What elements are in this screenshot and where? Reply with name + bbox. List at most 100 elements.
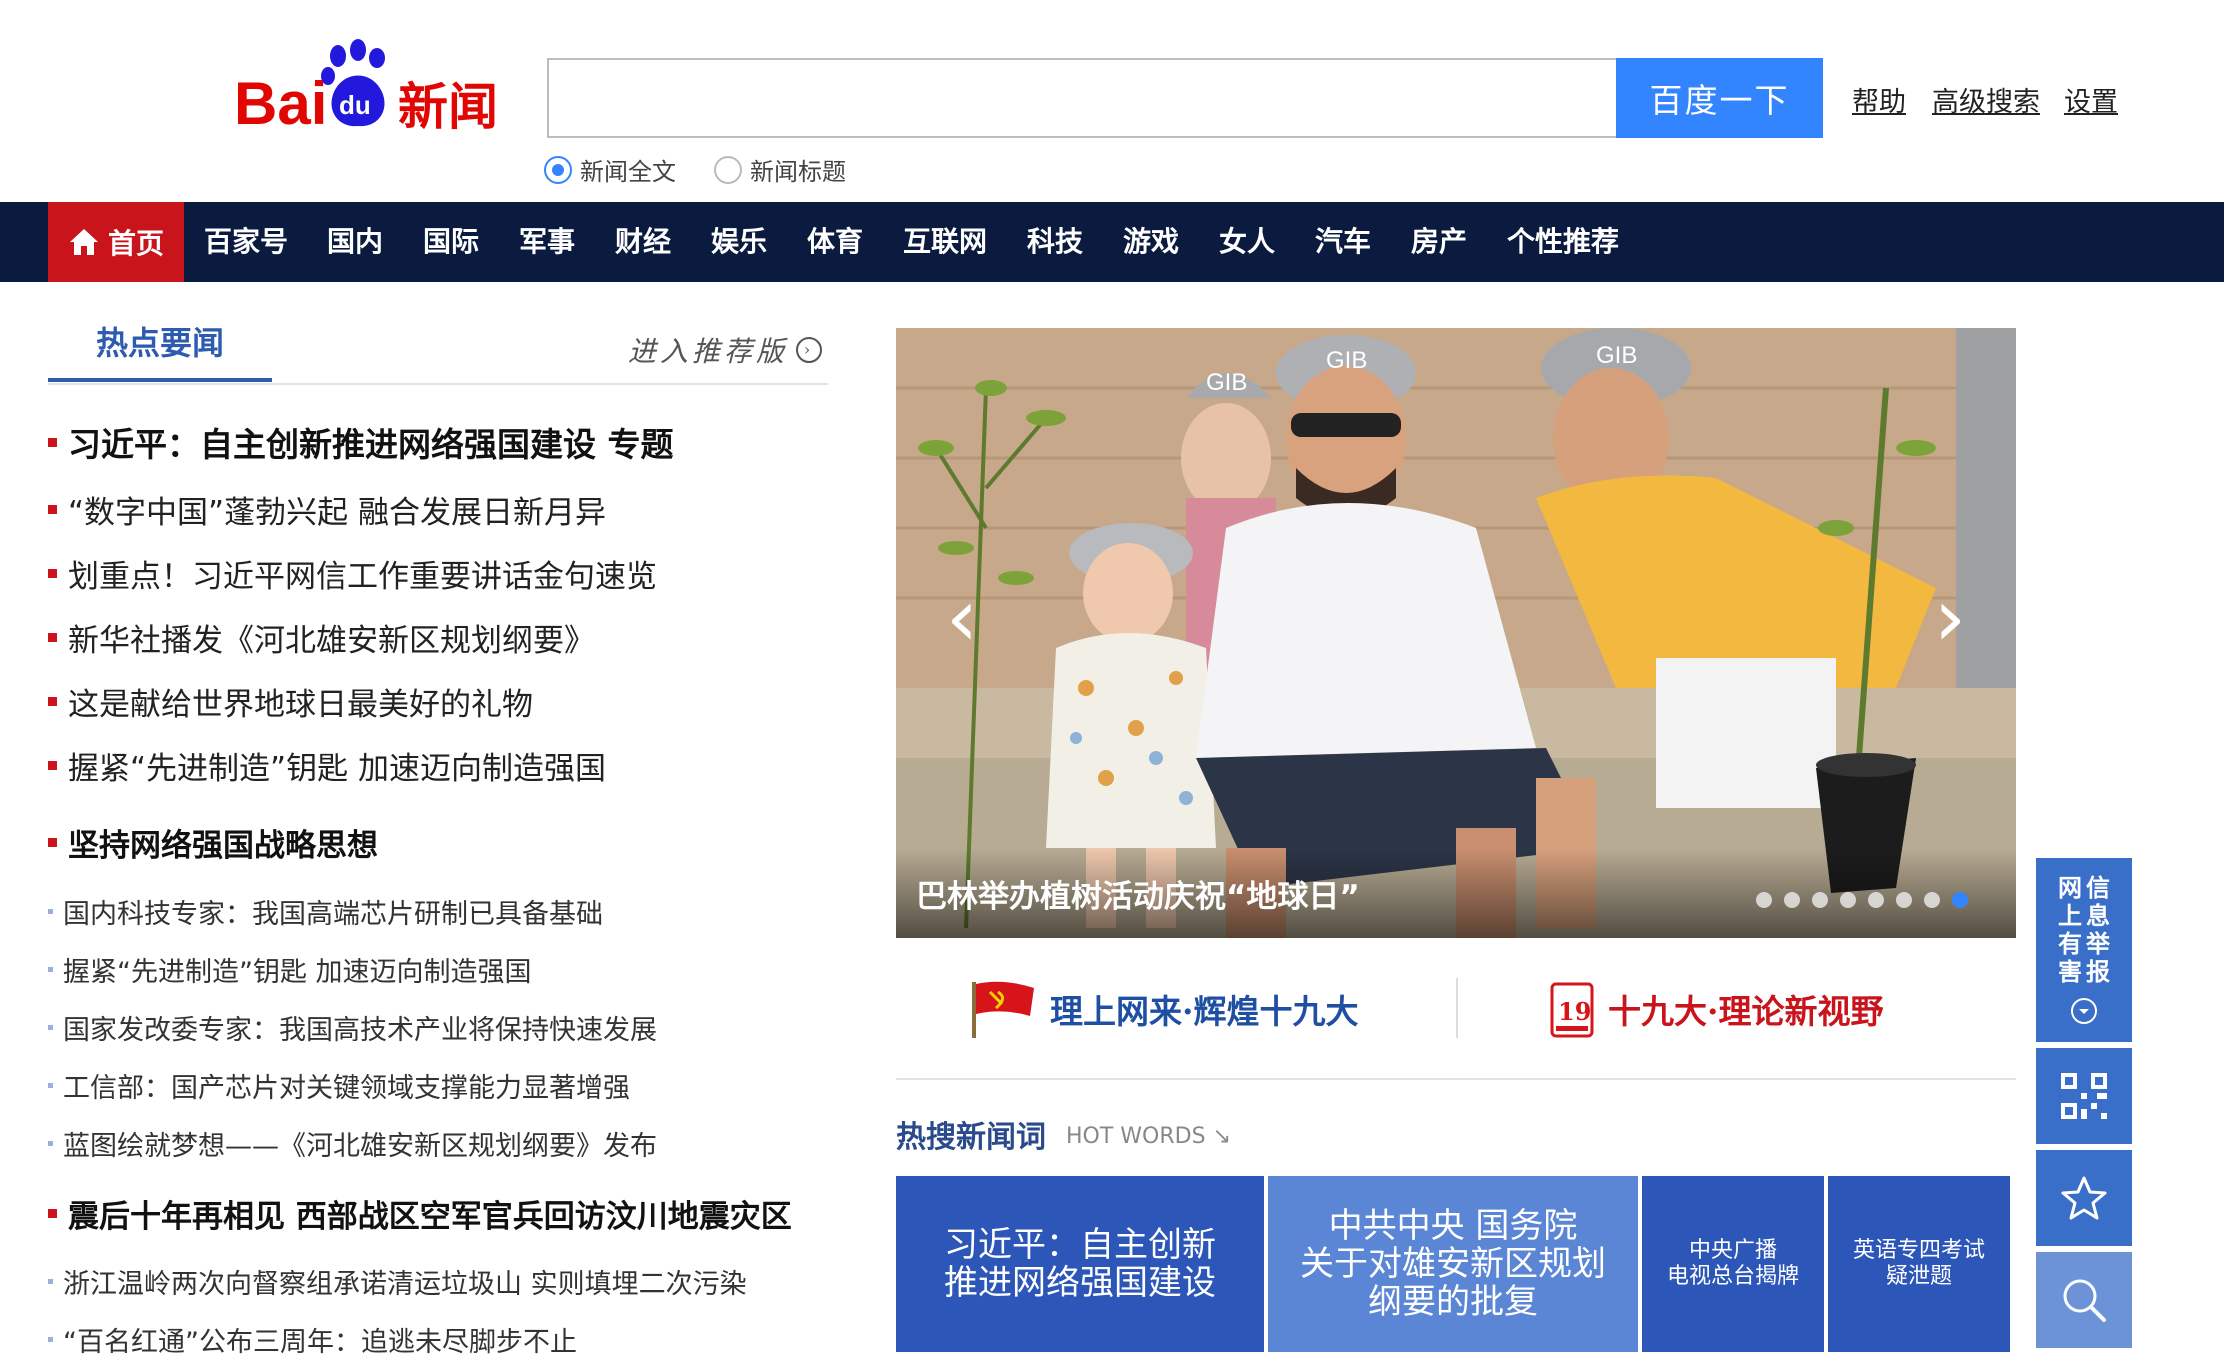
headline-text: 这是献给世界地球日最美好的礼物: [68, 687, 533, 723]
headline-top[interactable]: 习近平：自主创新推进网络强国建设 专题: [48, 418, 674, 466]
home-icon: [69, 229, 98, 255]
qr-code-button[interactable]: [2036, 1048, 2132, 1144]
cap-text: GIB: [1206, 369, 1247, 396]
nav-item-entertainment[interactable]: 娱乐: [711, 202, 767, 282]
nav-item-realestate[interactable]: 房产: [1411, 202, 1467, 282]
nav-item-international[interactable]: 国际: [423, 202, 479, 282]
page-root: { "header": { "logo_text": "Baidu新闻", "s…: [0, 0, 2224, 1354]
hot-word-box[interactable]: 中央广播 电视总台揭牌: [1642, 1176, 1824, 1352]
radio-full-text[interactable]: 新闻全文: [544, 152, 676, 187]
section-title-network-power[interactable]: 坚持网络强国战略思想: [48, 820, 378, 865]
nav-item-military[interactable]: 军事: [519, 202, 575, 282]
search-tool-button[interactable]: [2036, 1252, 2132, 1348]
list-item-text: 国家发改委专家：我国高技术产业将保持快速发展: [63, 1015, 657, 1046]
search-icon: [2063, 1279, 2106, 1322]
blue-dot-bullet: [48, 909, 53, 914]
list-item[interactable]: 工信部：国产芯片对关键领域支撑能力显著增强: [48, 1066, 630, 1105]
news-carousel[interactable]: GIB GIB GIB ‹ › 巴林举办植树活动庆祝“地球日”: [896, 328, 2016, 938]
carousel-dot[interactable]: [1756, 892, 1772, 908]
baidu-news-logo[interactable]: Bai du 新闻: [234, 36, 510, 136]
section-divider: [896, 1078, 2016, 1080]
carousel-dot[interactable]: [1784, 892, 1800, 908]
carousel-dot[interactable]: [1840, 892, 1856, 908]
svg-text:19: 19: [1558, 997, 1591, 1026]
nav-item-tech[interactable]: 科技: [1027, 202, 1083, 282]
nav-home[interactable]: 首页: [48, 202, 184, 282]
nav-item-finance[interactable]: 财经: [615, 202, 671, 282]
list-item[interactable]: 蓝图绘就梦想——《河北雄安新区规划纲要》发布: [48, 1124, 657, 1163]
carousel-dot[interactable]: [1896, 892, 1912, 908]
list-item[interactable]: 国家发改委专家：我国高技术产业将保持快速发展: [48, 1008, 657, 1047]
enter-recommend-link[interactable]: 进入推荐版 ›: [628, 330, 823, 370]
hot-words-title: 热搜新闻词: [896, 1120, 1046, 1155]
nav-home-label: 首页: [107, 227, 164, 260]
enter-recommend-label: 进入推荐版: [628, 335, 789, 368]
blue-dot-bullet: [48, 1025, 53, 1030]
nav-item-baijiahao[interactable]: 百家号: [204, 202, 288, 282]
hot-words-subtitle: HOT WORDS ↘: [1066, 1124, 1231, 1149]
hot-word-box[interactable]: 英语专四考试 疑泄题: [1828, 1176, 2010, 1352]
hot-word-text: 英语专四考试 疑泄题: [1852, 1238, 1985, 1289]
help-link[interactable]: 帮助: [1852, 80, 1906, 119]
headline-text: 习近平：自主创新推进网络强国建设 专题: [68, 425, 674, 464]
headline-item[interactable]: “数字中国”蓬勃兴起 融合发展日新月异: [48, 487, 606, 532]
svg-text:du: du: [339, 90, 371, 120]
nav-item-auto[interactable]: 汽车: [1315, 202, 1371, 282]
section-title-wenchuan[interactable]: 震后十年再相见 西部战区空军官兵回访汶川地震灾区: [48, 1191, 792, 1236]
headline-item[interactable]: 握紧“先进制造”钥匙 加速迈向制造强国: [48, 743, 606, 788]
headline-item[interactable]: 划重点！习近平网信工作重要讲话金句速览: [48, 551, 657, 596]
list-item[interactable]: 握紧“先进制造”钥匙 加速迈向制造强国: [48, 950, 532, 989]
banner-theory-online[interactable]: 理上网来·辉煌十九大: [968, 978, 1359, 1040]
report-label: 网上有害 信息举报: [2056, 874, 2112, 986]
headline-text: 划重点！习近平网信工作重要讲话金句速览: [68, 559, 657, 595]
carousel-dots: [1744, 892, 1968, 908]
qr-code-icon: [2061, 1073, 2107, 1119]
report-harmful-info-button[interactable]: 网上有害 信息举报: [2036, 858, 2132, 1042]
section-title-text: 震后十年再相见 西部战区空军官兵回访汶川地震灾区: [68, 1199, 792, 1235]
cap-text: GIB: [1596, 342, 1637, 369]
radio-unchecked-icon[interactable]: [714, 155, 742, 184]
carousel-caption[interactable]: 巴林举办植树活动庆祝“地球日”: [916, 871, 1360, 916]
nav-item-women[interactable]: 女人: [1219, 202, 1275, 282]
headline-item[interactable]: 新华社播发《河北雄安新区规划纲要》: [48, 615, 595, 660]
list-item[interactable]: 浙江温岭两次向督察组承诺清运垃圾山 实则填埋二次污染: [48, 1262, 747, 1301]
blue-dot-bullet: [48, 1337, 53, 1342]
nav-item-domestic[interactable]: 国内: [327, 202, 383, 282]
carousel-dot[interactable]: [1868, 892, 1884, 908]
tab-hot-news[interactable]: 热点要闻: [48, 318, 272, 382]
main-nav: 首页 百家号 国内 国际 军事 财经 娱乐 体育 互联网 科技 游戏 女人 汽车…: [0, 202, 2224, 282]
hot-word-box[interactable]: 中共中央 国务院 关于对雄安新区规划 纲要的批复: [1268, 1176, 1638, 1352]
carousel-photo: GIB GIB GIB: [896, 328, 2016, 938]
banner-theory-vision[interactable]: 19 十九大·理论新视野: [1548, 978, 1884, 1040]
hot-word-box[interactable]: 习近平：自主创新 推进网络强国建设: [896, 1176, 1264, 1352]
search-button[interactable]: 百度一下: [1616, 58, 1823, 138]
radio-title[interactable]: 新闻标题: [714, 152, 846, 187]
list-item-text: 浙江温岭两次向督察组承诺清运垃圾山 实则填埋二次污染: [63, 1269, 747, 1300]
advanced-search-link[interactable]: 高级搜索: [1932, 80, 2040, 119]
hot-words-subtitle-text: HOT WORDS: [1066, 1124, 1206, 1149]
nav-item-internet[interactable]: 互联网: [903, 202, 987, 282]
headline-text: 新华社播发《河北雄安新区规划纲要》: [68, 623, 595, 659]
svg-text:新闻: 新闻: [398, 78, 498, 136]
radio-checked-icon[interactable]: [544, 155, 572, 184]
carousel-dot-active[interactable]: [1952, 892, 1968, 908]
list-item-text: 握紧“先进制造”钥匙 加速迈向制造强国: [63, 957, 532, 988]
list-item[interactable]: “百名红通”公布三周年：追逃未尽脚步不止: [48, 1320, 577, 1354]
hot-word-text: 习近平：自主创新 推进网络强国建设: [944, 1225, 1216, 1303]
settings-link[interactable]: 设置: [2064, 80, 2118, 119]
red-square-bullet: [48, 633, 57, 642]
carousel-dot[interactable]: [1812, 892, 1828, 908]
carousel-dot[interactable]: [1924, 892, 1940, 908]
search-input[interactable]: [547, 58, 1617, 138]
nav-item-sports[interactable]: 体育: [807, 202, 863, 282]
red-square-bullet: [48, 761, 57, 770]
favorite-button[interactable]: [2036, 1150, 2132, 1246]
report-col-2: 信息举报: [2086, 874, 2110, 986]
carousel-next-icon[interactable]: ›: [1934, 578, 1966, 658]
nav-item-personalized[interactable]: 个性推荐: [1507, 202, 1619, 282]
list-item[interactable]: 国内科技专家：我国高端芯片研制已具备基础: [48, 892, 603, 931]
headline-item[interactable]: 这是献给世界地球日最美好的礼物: [48, 679, 533, 724]
nav-item-games[interactable]: 游戏: [1123, 202, 1179, 282]
chevron-down-circle-icon: [2071, 998, 2097, 1024]
carousel-prev-icon[interactable]: ‹: [946, 578, 978, 658]
